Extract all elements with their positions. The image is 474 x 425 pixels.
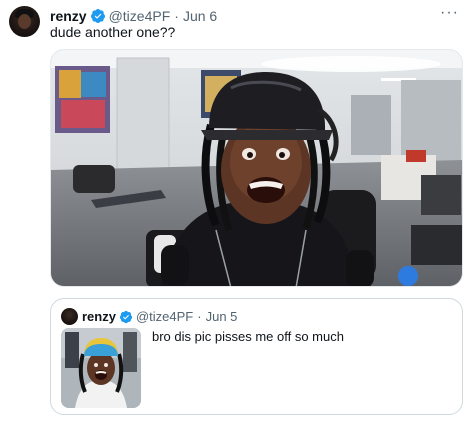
quoted-tweet-text: bro dis pic pisses me off so much	[152, 329, 344, 344]
meta-separator: ·	[197, 309, 202, 324]
author-handle[interactable]: @tize4PF	[109, 8, 171, 24]
verified-badge-icon	[90, 9, 105, 23]
quoted-author-handle[interactable]: @tize4PF	[136, 309, 193, 324]
quoted-photo-illustration	[61, 328, 141, 408]
author-avatar[interactable]	[9, 6, 40, 37]
tweet-text: dude another one??	[50, 24, 176, 40]
more-options-icon[interactable]: ···	[440, 4, 460, 21]
photo-illustration	[51, 50, 462, 286]
quoted-tweet-card[interactable]: renzy @tize4PF · Jun 5 bro dis pic pisse…	[50, 298, 463, 415]
tweet-photo[interactable]	[50, 49, 463, 287]
meta-separator: ·	[174, 8, 179, 24]
quoted-tweet-header: renzy @tize4PF · Jun 5	[82, 308, 237, 325]
avatar-face	[18, 14, 31, 29]
quoted-tweet-photo[interactable]	[61, 328, 141, 408]
verified-badge-icon	[119, 310, 133, 323]
tweet-date[interactable]: Jun 6	[183, 8, 217, 24]
quoted-author-name[interactable]: renzy	[82, 309, 116, 324]
tweet-header: renzy @tize4PF · Jun 6	[50, 7, 217, 25]
quoted-author-avatar[interactable]	[61, 308, 78, 325]
quoted-tweet-date[interactable]: Jun 5	[206, 309, 238, 324]
author-name[interactable]: renzy	[50, 8, 87, 24]
